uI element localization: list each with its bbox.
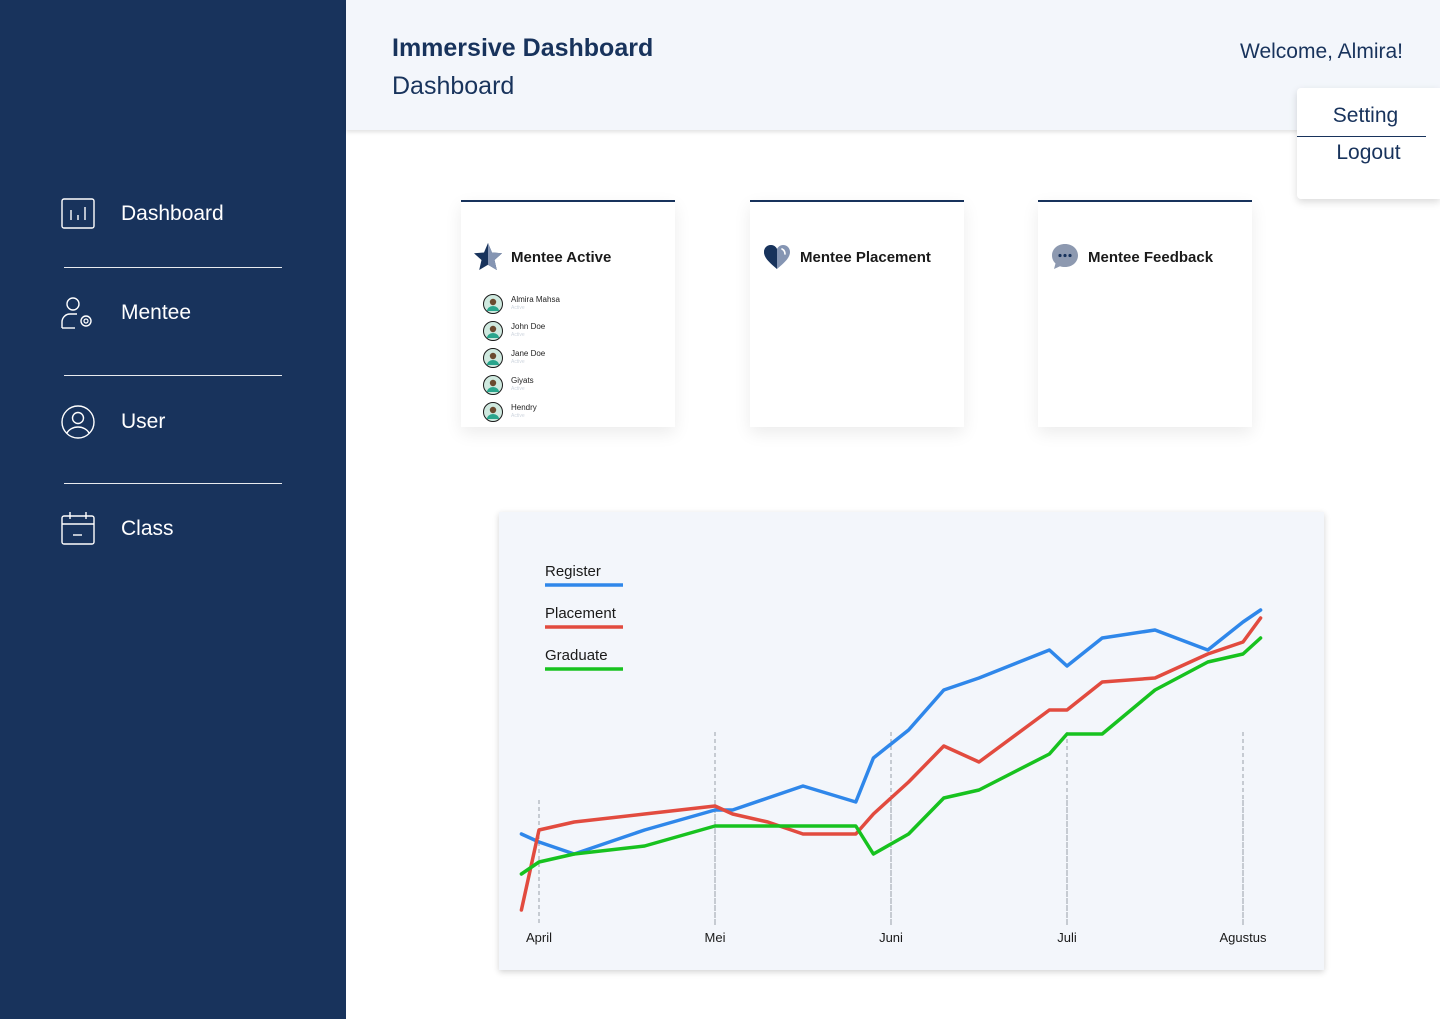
mentee-status: Active bbox=[511, 413, 525, 419]
welcome-message: Welcome, Almira! bbox=[1240, 40, 1403, 63]
mentee-name: Hendry bbox=[511, 403, 537, 412]
sidebar-item-label: Mentee bbox=[121, 301, 192, 324]
calendar-icon bbox=[60, 511, 96, 547]
menu-divider bbox=[1297, 136, 1426, 137]
sidebar-item-label: User bbox=[121, 410, 166, 433]
card-title: Mentee Feedback bbox=[1088, 248, 1214, 266]
card-header: Mentee Feedback bbox=[1050, 242, 1213, 272]
x-tick-label: Juli bbox=[1057, 930, 1077, 945]
chat-bubble-icon bbox=[1050, 242, 1080, 272]
card-title: Mentee Active bbox=[511, 248, 612, 266]
star-icon bbox=[473, 242, 503, 272]
x-tick-label: Agustus bbox=[1220, 930, 1267, 945]
mentee-name: Almira Mahsa bbox=[511, 295, 560, 304]
nav-divider bbox=[64, 267, 282, 268]
logout-menu-item[interactable]: Logout bbox=[1297, 141, 1440, 165]
avatar bbox=[483, 348, 503, 368]
line-chart: April Mei Juni Juli Agustus Register Placement… bbox=[519, 563, 1267, 945]
chart-icon bbox=[60, 196, 96, 232]
card-title: Mentee Placement bbox=[800, 248, 931, 266]
user-gear-icon bbox=[60, 295, 96, 331]
card-header: Mentee Active bbox=[473, 242, 611, 272]
app-title: Immersive Dashboard bbox=[392, 34, 654, 62]
avatar bbox=[483, 321, 503, 341]
sidebar-item-dashboard[interactable]: Dashboard bbox=[60, 194, 224, 234]
legend-label: Placement bbox=[545, 605, 617, 622]
sidebar-item-user[interactable]: User bbox=[60, 402, 165, 442]
mentee-name: John Doe bbox=[511, 322, 546, 331]
avatar bbox=[483, 402, 503, 422]
sidebar-item-label: Dashboard bbox=[121, 202, 224, 225]
mentee-status: Active bbox=[511, 332, 525, 338]
avatar bbox=[483, 294, 503, 314]
user-menu: Setting Logout bbox=[1297, 88, 1440, 199]
x-tick-label: Mei bbox=[705, 930, 726, 945]
sidebar-item-label: Class bbox=[121, 517, 174, 540]
avatar bbox=[483, 375, 503, 395]
mentee-active-card[interactable]: Mentee Active Almira Mahsa Active John D… bbox=[461, 200, 675, 427]
x-tick-label: April bbox=[526, 930, 552, 945]
mentee-feedback-card[interactable]: Mentee Feedback bbox=[1038, 200, 1252, 427]
mentee-name: Giyats bbox=[511, 376, 534, 385]
mentee-status: Active bbox=[511, 359, 525, 365]
heart-icon bbox=[762, 242, 792, 272]
mentee-placement-card[interactable]: Mentee Placement bbox=[750, 200, 964, 427]
card-header: Mentee Placement bbox=[762, 242, 931, 272]
chart-panel: April Mei Juni Juli Agustus Register Placement… bbox=[499, 512, 1324, 970]
sidebar-item-mentee[interactable]: Mentee bbox=[60, 293, 191, 333]
page-title: Dashboard bbox=[392, 72, 515, 100]
legend-label: Graduate bbox=[545, 647, 608, 664]
setting-menu-item[interactable]: Setting bbox=[1294, 104, 1437, 128]
sidebar-item-class[interactable]: Class bbox=[60, 509, 174, 549]
nav-divider bbox=[64, 375, 282, 376]
mentee-status: Active bbox=[511, 305, 525, 311]
sidebar: Dashboard Mentee User Class bbox=[0, 0, 346, 1019]
top-bar: Immersive Dashboard Dashboard Welcome, A… bbox=[346, 0, 1440, 130]
mentee-name: Jane Doe bbox=[511, 349, 546, 358]
user-circle-icon bbox=[60, 404, 96, 440]
x-tick-label: Juni bbox=[879, 930, 903, 945]
nav-divider bbox=[64, 483, 282, 484]
legend-label: Register bbox=[545, 563, 601, 580]
mentee-status: Active bbox=[511, 386, 525, 392]
